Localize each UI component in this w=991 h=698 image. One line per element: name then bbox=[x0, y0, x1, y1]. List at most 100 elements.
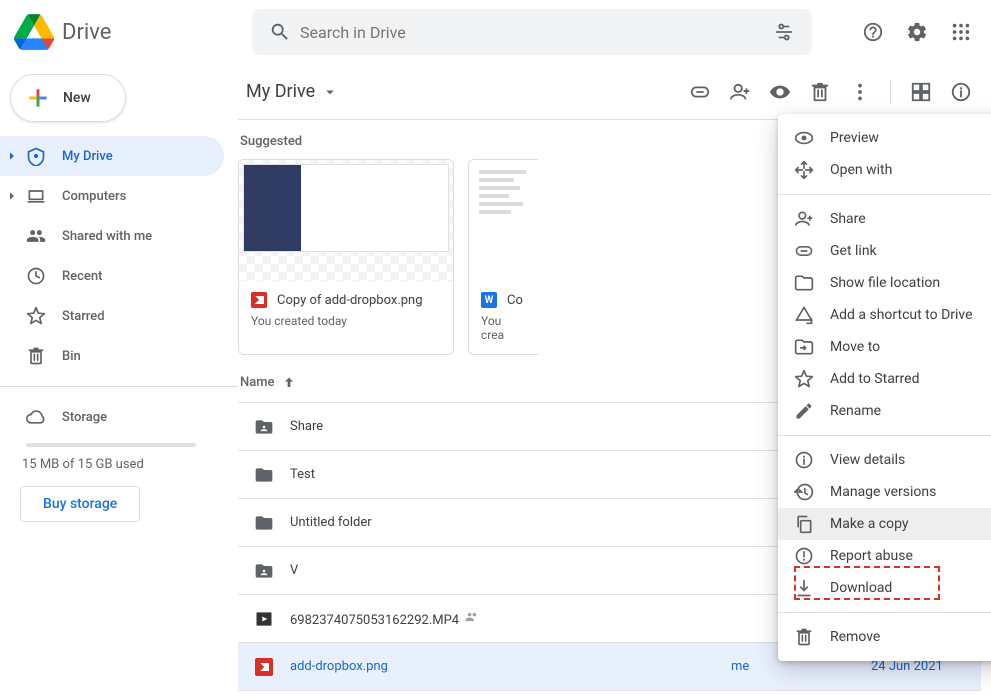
recent-icon bbox=[26, 266, 46, 286]
folder-outline-icon bbox=[794, 273, 814, 293]
card-thumbnail bbox=[469, 160, 538, 282]
help-icon[interactable] bbox=[853, 12, 893, 52]
ctx-show-location[interactable]: Show file location bbox=[778, 267, 991, 299]
suggested-card[interactable]: W Co You crea bbox=[468, 159, 538, 355]
starred-icon bbox=[26, 306, 46, 326]
nav-starred[interactable]: Starred bbox=[0, 296, 224, 336]
card-title: Copy of add-dropbox.png bbox=[277, 293, 423, 308]
suggested-card[interactable]: Copy of add-dropbox.png You created toda… bbox=[238, 159, 454, 355]
content-pane: My Drive Suggested Copy of a bbox=[238, 64, 991, 698]
new-button[interactable]: New bbox=[10, 74, 126, 122]
logo-area[interactable]: Drive bbox=[14, 12, 252, 52]
ctx-add-shortcut[interactable]: Add a shortcut to Drive bbox=[778, 299, 991, 331]
shortcut-drive-icon bbox=[794, 305, 814, 325]
file-owner: me bbox=[731, 659, 871, 674]
computers-icon bbox=[26, 186, 46, 206]
move-to-icon bbox=[794, 337, 814, 357]
ctx-add-to-starred[interactable]: Add to Starred bbox=[778, 363, 991, 395]
ctx-open-with[interactable]: Open with bbox=[778, 154, 991, 186]
preview-eye-icon bbox=[794, 128, 814, 148]
header-actions bbox=[853, 12, 981, 52]
app-header: Drive bbox=[0, 0, 991, 64]
settings-gear-icon[interactable] bbox=[897, 12, 937, 52]
nav-computers[interactable]: Computers bbox=[0, 176, 224, 216]
search-options-icon[interactable] bbox=[764, 12, 804, 52]
preview-eye-icon[interactable] bbox=[760, 72, 800, 112]
word-file-icon: W bbox=[481, 292, 497, 308]
storage-bar bbox=[26, 443, 196, 447]
nav-label: Computers bbox=[62, 189, 126, 204]
ctx-view-details[interactable]: View details bbox=[778, 444, 991, 476]
nav-label: Starred bbox=[62, 309, 105, 324]
column-name: Name bbox=[240, 375, 275, 390]
nav-recent[interactable]: Recent bbox=[0, 256, 224, 296]
drive-logo-icon bbox=[14, 12, 54, 52]
trash-icon bbox=[794, 627, 814, 647]
delete-trash-icon[interactable] bbox=[800, 72, 840, 112]
expand-icon[interactable] bbox=[4, 148, 20, 164]
card-subtitle: You created today bbox=[251, 314, 441, 328]
folder-shared-icon bbox=[254, 561, 274, 581]
get-link-icon[interactable] bbox=[680, 72, 720, 112]
my-drive-icon bbox=[26, 146, 46, 166]
ctx-download[interactable]: Download bbox=[778, 572, 991, 604]
ctx-make-a-copy[interactable]: Make a copy bbox=[778, 508, 991, 540]
ctx-rename[interactable]: Rename bbox=[778, 395, 991, 427]
search-input[interactable] bbox=[300, 23, 764, 42]
shared-icon bbox=[26, 226, 46, 246]
history-icon bbox=[794, 482, 814, 502]
nav-label: Recent bbox=[62, 269, 102, 284]
ctx-manage-versions[interactable]: Manage versions bbox=[778, 476, 991, 508]
sidebar: New My Drive Computers Shared with me Re… bbox=[0, 64, 238, 698]
ctx-get-link[interactable]: Get link bbox=[778, 235, 991, 267]
nav-storage[interactable]: Storage bbox=[0, 397, 224, 437]
apps-grid-icon[interactable] bbox=[941, 12, 981, 52]
breadcrumb[interactable]: My Drive bbox=[238, 72, 347, 112]
nav-shared-with-me[interactable]: Shared with me bbox=[0, 216, 224, 256]
info-icon[interactable] bbox=[941, 72, 981, 112]
ctx-move-to[interactable]: Move to bbox=[778, 331, 991, 363]
breadcrumb-label: My Drive bbox=[246, 81, 315, 102]
search-icon[interactable] bbox=[260, 12, 300, 52]
folder-icon bbox=[254, 513, 274, 533]
folder-shared-icon bbox=[254, 417, 274, 437]
storage-usage-text: 15 MB of 15 GB used bbox=[22, 457, 238, 472]
ctx-report-abuse[interactable]: Report abuse bbox=[778, 540, 991, 572]
nav-label: My Drive bbox=[62, 149, 113, 164]
buy-storage-button[interactable]: Buy storage bbox=[20, 486, 140, 522]
report-icon bbox=[794, 546, 814, 566]
copy-icon bbox=[794, 514, 814, 534]
chevron-down-icon bbox=[321, 83, 339, 101]
link-icon bbox=[794, 241, 814, 261]
card-subtitle: You crea bbox=[481, 314, 526, 342]
nav-my-drive[interactable]: My Drive bbox=[0, 136, 224, 176]
plus-icon bbox=[25, 85, 51, 111]
person-add-icon bbox=[794, 209, 814, 229]
bin-icon bbox=[26, 346, 46, 366]
more-vert-icon[interactable] bbox=[840, 72, 880, 112]
star-icon bbox=[794, 369, 814, 389]
folder-icon bbox=[254, 465, 274, 485]
card-thumbnail bbox=[239, 160, 453, 282]
share-person-icon[interactable] bbox=[720, 72, 760, 112]
nav-label: Bin bbox=[62, 349, 81, 364]
ctx-remove[interactable]: Remove bbox=[778, 621, 991, 653]
expand-icon[interactable] bbox=[4, 188, 20, 204]
sort-asc-icon bbox=[281, 375, 297, 391]
nav-label: Shared with me bbox=[62, 229, 152, 244]
card-title: Co bbox=[507, 293, 523, 308]
nav-bin[interactable]: Bin bbox=[0, 336, 224, 376]
download-icon bbox=[794, 578, 814, 598]
ctx-preview[interactable]: Preview bbox=[778, 122, 991, 154]
app-title: Drive bbox=[62, 20, 111, 45]
grid-view-icon[interactable] bbox=[901, 72, 941, 112]
search-bar[interactable] bbox=[252, 9, 812, 55]
image-file-icon bbox=[254, 657, 274, 677]
shared-badge-icon bbox=[465, 613, 479, 628]
context-menu: Preview Open with Share Get link Show fi… bbox=[778, 114, 991, 661]
nav-label: Storage bbox=[62, 410, 107, 425]
ctx-share[interactable]: Share bbox=[778, 203, 991, 235]
image-file-icon bbox=[251, 292, 267, 308]
video-file-icon bbox=[254, 609, 274, 629]
open-with-icon bbox=[794, 160, 814, 180]
